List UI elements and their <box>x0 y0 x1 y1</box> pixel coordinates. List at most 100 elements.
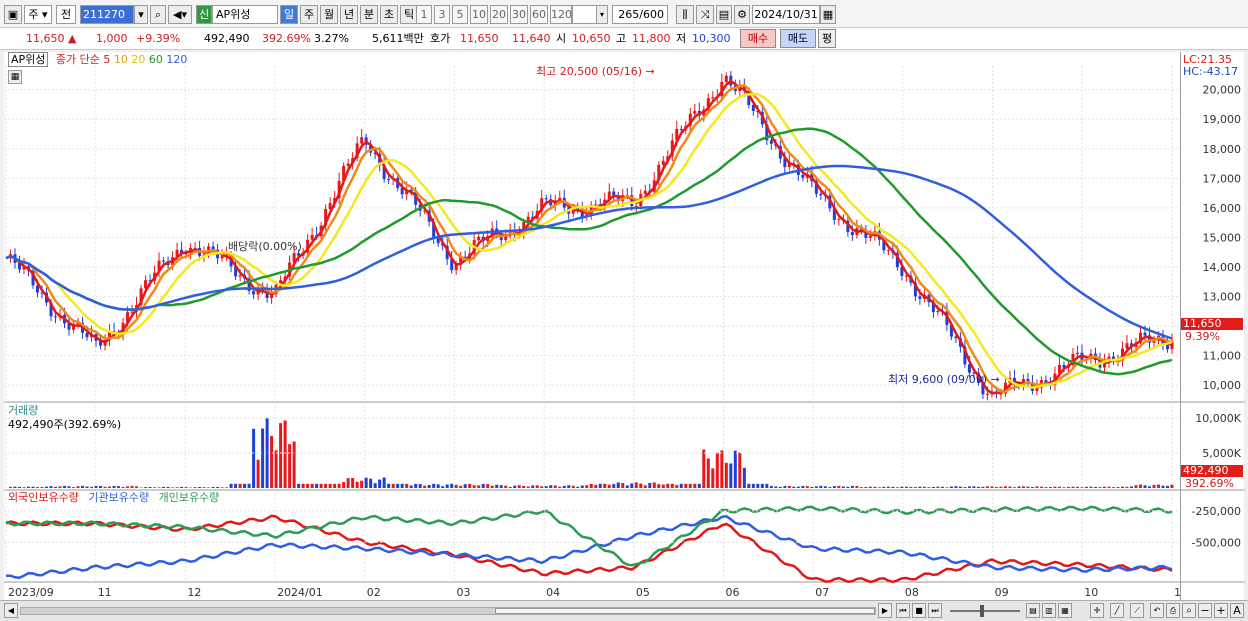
volume-bar <box>184 487 188 488</box>
holder-line-2 <box>5 505 1173 567</box>
count-field[interactable]: 265/600 <box>612 5 668 24</box>
interval-button-7[interactable]: 120 <box>550 5 572 24</box>
volume-bar <box>76 486 80 488</box>
volume-bar <box>639 483 643 488</box>
price-tick-label: 19,000 <box>1203 113 1242 126</box>
volume-bar <box>859 487 863 488</box>
hc-value: HC:-43.17 <box>1183 65 1239 78</box>
volume-bar <box>40 487 44 488</box>
volume-bar <box>819 485 823 488</box>
volume-bar <box>567 485 571 488</box>
bid-price: 11,640 <box>512 32 551 45</box>
volume-bar <box>927 487 931 488</box>
interval-button-3[interactable]: 10 <box>470 5 488 24</box>
legend-series: 종가 단순 <box>55 53 100 66</box>
save-icon[interactable]: ▤ <box>716 5 732 24</box>
table-icon[interactable]: ▦ <box>1058 603 1072 618</box>
search-icon[interactable]: ⌕ <box>150 5 166 24</box>
zoom-out-icon[interactable]: − <box>1198 603 1212 618</box>
volume-bar <box>1111 487 1115 488</box>
volume-bar <box>1012 487 1016 488</box>
sell-button[interactable]: 매도 <box>780 29 816 48</box>
volume-bar <box>868 486 872 488</box>
volume-bar <box>126 486 130 488</box>
volume-bar <box>985 486 989 488</box>
line-tool-icon[interactable]: ╱ <box>1110 603 1124 618</box>
zoom-slider[interactable] <box>950 610 1020 612</box>
search-zoom-icon[interactable]: ⌕ <box>1182 603 1196 618</box>
forward-icon[interactable]: ⏭ <box>928 603 942 618</box>
print-icon[interactable]: ⎙ <box>1166 603 1180 618</box>
x-tick-label: 06 <box>726 586 740 599</box>
volume-bar <box>630 483 634 488</box>
scroll-left-icon[interactable]: ◀ <box>4 603 18 618</box>
volume-bar <box>36 487 40 488</box>
buy-button[interactable]: 매수 <box>740 29 776 48</box>
candle-body <box>868 235 872 238</box>
grid-toggle-icon[interactable]: ▦ <box>8 70 22 84</box>
interval-button-0[interactable]: 1 <box>416 5 432 24</box>
chart-svg[interactable]: 2023/0911122024/0102030405060708091010/3… <box>4 52 1206 600</box>
scrollbar-thumb[interactable] <box>495 608 875 614</box>
candle-body <box>801 174 805 178</box>
undo-icon[interactable]: ↶ <box>1150 603 1164 618</box>
draw-tool-icon[interactable]: ⤨ <box>696 5 714 24</box>
volume-bar <box>378 479 382 488</box>
code-dropdown-icon[interactable]: ▾ <box>134 5 148 24</box>
period-select[interactable]: 주 ▾ <box>24 5 52 24</box>
volume-bar <box>576 486 580 488</box>
interval-button-2[interactable]: 5 <box>452 5 468 24</box>
crosshair-icon[interactable]: ✛ <box>1090 603 1104 618</box>
chart-area[interactable]: 2023/0911122024/0102030405060708091010/3… <box>4 52 1206 600</box>
gear-icon[interactable]: ⚙ <box>734 5 750 24</box>
prev-button[interactable]: 전 <box>56 5 76 24</box>
chart-menu-icon[interactable]: ▣ <box>4 5 22 24</box>
ask-price: 11,650 <box>460 32 499 45</box>
period-tab-5[interactable]: 초 <box>380 5 398 24</box>
stock-code-input[interactable]: 211270 <box>80 5 134 24</box>
period-tab-0[interactable]: 일 <box>280 5 298 24</box>
volume-bar <box>1062 487 1066 488</box>
volume-bar <box>423 485 427 488</box>
period-tab-4[interactable]: 분 <box>360 5 378 24</box>
layout-icon[interactable]: ▤ <box>1026 603 1040 618</box>
zoom-slider-handle[interactable] <box>980 605 984 617</box>
period-tab-2[interactable]: 월 <box>320 5 338 24</box>
trade-amount: 5,611백만 <box>372 32 424 45</box>
interval-dropdown-icon[interactable]: ▾ <box>596 5 608 24</box>
speaker-icon[interactable]: ◀▾ <box>168 5 192 24</box>
rewind-icon[interactable]: ⏮ <box>896 603 910 618</box>
volume-bar <box>1143 485 1147 488</box>
legend-stock-name: AP위성 <box>8 52 49 67</box>
compare-icon[interactable]: ▥ <box>1042 603 1056 618</box>
interval-button-5[interactable]: 30 <box>510 5 528 24</box>
interval-button-6[interactable]: 60 <box>530 5 548 24</box>
volume-bar <box>234 483 238 488</box>
trend-tool-icon[interactable]: ⟋ <box>1130 603 1144 618</box>
volume-bar <box>787 485 791 488</box>
eval-button[interactable]: 평 <box>818 29 836 48</box>
candles <box>9 71 1174 401</box>
period-tab-3[interactable]: 년 <box>340 5 358 24</box>
legend-foreign: 외국인보유수량 <box>8 491 79 504</box>
stock-name-field[interactable]: AP위성 <box>212 5 278 24</box>
volume-bar <box>54 486 58 488</box>
volume-bar <box>270 435 274 488</box>
date-field[interactable]: 2024/10/31 <box>752 5 820 24</box>
auto-scale-icon[interactable]: A <box>1230 603 1244 618</box>
stop-icon[interactable]: ■ <box>912 603 926 618</box>
period-tab-1[interactable]: 주 <box>300 5 318 24</box>
scroll-right-icon[interactable]: ▶ <box>878 603 892 618</box>
volume-value: 492,490 <box>204 32 250 45</box>
volume-bar <box>171 487 175 488</box>
candle-type-icon[interactable]: ⫼ <box>676 5 694 24</box>
interval-button-1[interactable]: 3 <box>434 5 450 24</box>
zoom-in-icon[interactable]: + <box>1214 603 1228 618</box>
volume-bar <box>801 485 805 488</box>
interval-button-4[interactable]: 20 <box>490 5 508 24</box>
volume-bar <box>31 486 35 488</box>
x-tick-label: 10 <box>1084 586 1098 599</box>
calendar-icon[interactable]: ▦ <box>820 5 836 24</box>
scrollbar-track[interactable] <box>20 607 876 615</box>
volume-bar <box>675 484 679 488</box>
